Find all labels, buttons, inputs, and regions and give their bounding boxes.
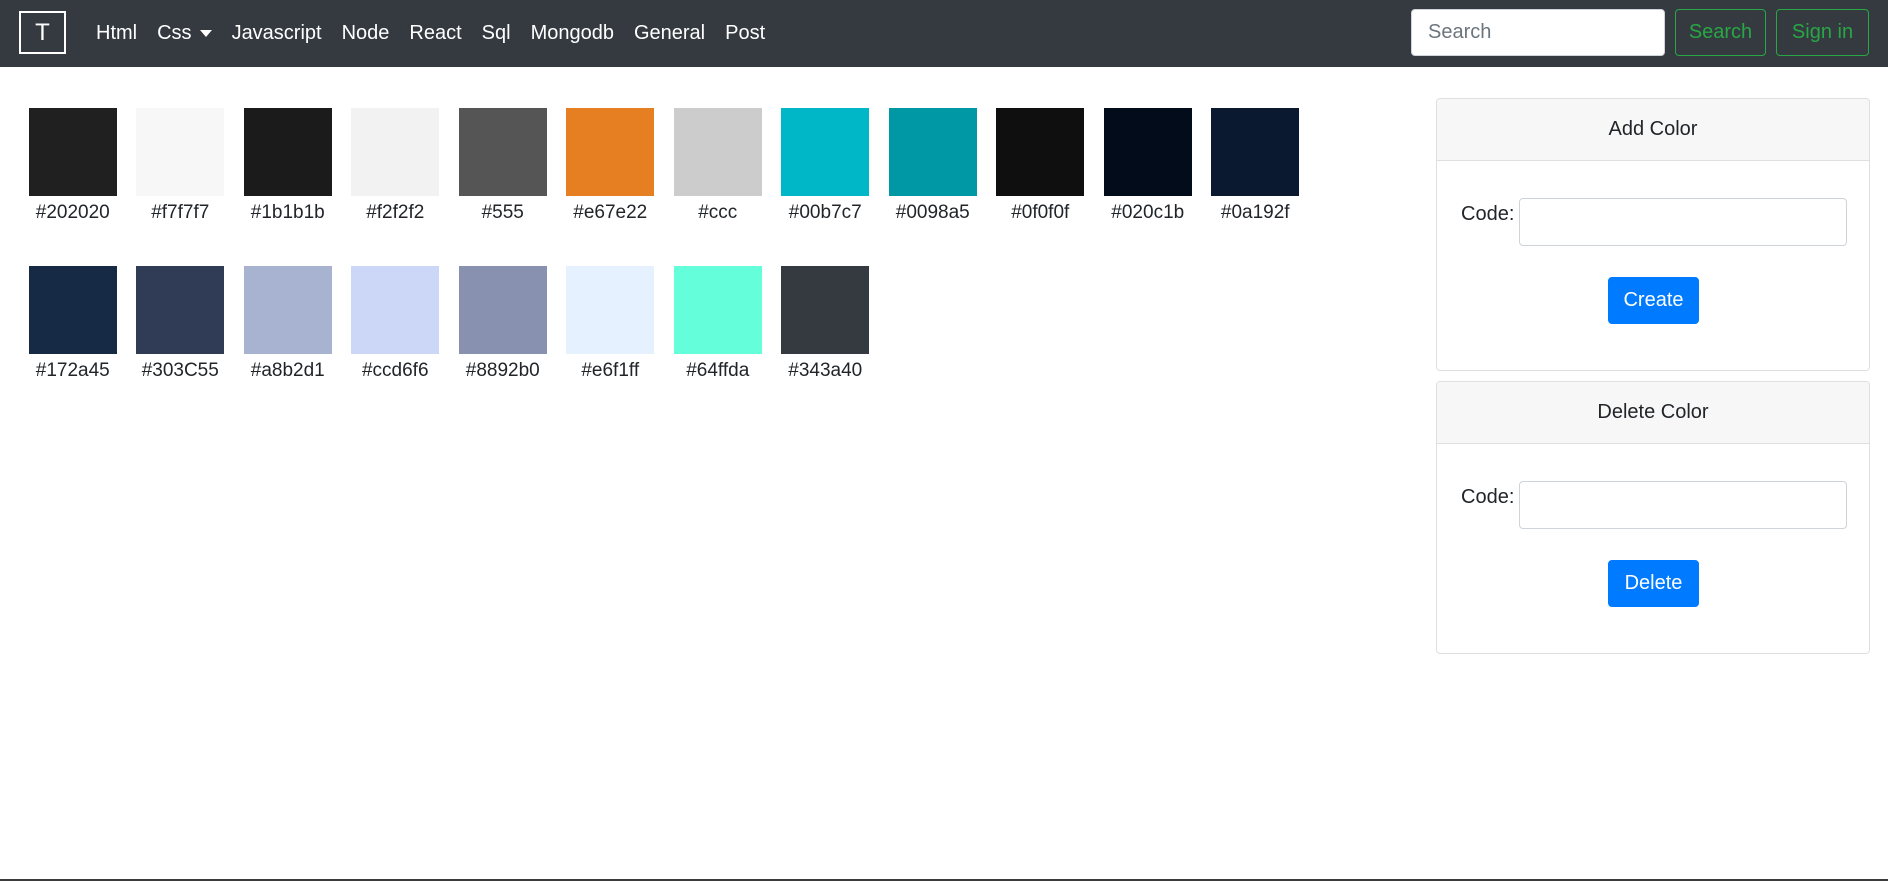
add-code-input[interactable] [1519, 198, 1848, 246]
swatch-code-label: #555 [481, 202, 524, 223]
search-button[interactable]: Search [1675, 9, 1766, 56]
nav-link-label: Sql [481, 22, 511, 44]
delete-color-card: Delete Color Code: Delete [1436, 381, 1870, 654]
swatch-color-box[interactable] [351, 108, 440, 196]
swatch-color-box[interactable] [28, 108, 117, 196]
color-swatch[interactable]: #64ffda [664, 256, 772, 382]
color-swatch[interactable]: #555 [449, 98, 557, 224]
swatch-color-box[interactable] [458, 108, 547, 196]
nav-link-css[interactable]: Css [147, 22, 221, 45]
swatch-color-box[interactable] [673, 266, 762, 354]
swatch-code-label: #8892b0 [465, 360, 540, 381]
swatch-code-label: #1b1b1b [250, 202, 325, 223]
swatch-color-box[interactable] [781, 266, 870, 354]
nav-link-label: Node [341, 22, 390, 44]
color-swatch[interactable]: #ccc [664, 98, 772, 224]
color-swatch[interactable]: #0f0f0f [987, 98, 1095, 224]
swatch-code-label: #343a40 [788, 360, 863, 381]
delete-code-row: Code: [1461, 481, 1848, 529]
swatch-color-box[interactable] [458, 266, 547, 354]
swatch-code-label: #0f0f0f [1011, 202, 1070, 223]
add-color-title: Add Color [1437, 99, 1869, 161]
color-swatch[interactable]: #1b1b1b [234, 98, 342, 224]
swatch-color-box[interactable] [1211, 108, 1300, 196]
brand-logo[interactable]: T [19, 11, 66, 54]
nav-link-label: Javascript [231, 22, 322, 44]
nav-link-post[interactable]: Post [715, 22, 775, 45]
swatch-color-box[interactable] [351, 266, 440, 354]
color-swatch[interactable]: #a8b2d1 [234, 256, 342, 382]
swatch-color-box[interactable] [136, 108, 225, 196]
color-swatch[interactable]: #f2f2f2 [342, 98, 450, 224]
swatch-code-label: #ccc [698, 202, 738, 223]
swatch-code-label: #f2f2f2 [366, 202, 425, 223]
nav-link-react[interactable]: React [399, 22, 471, 45]
swatch-code-label: #0a192f [1220, 202, 1290, 223]
nav-link-mongodb[interactable]: Mongodb [521, 22, 624, 45]
swatch-color-box[interactable] [888, 108, 977, 196]
color-swatch[interactable]: #0a192f [1202, 98, 1310, 224]
color-swatch[interactable]: #ccd6f6 [342, 256, 450, 382]
color-swatch[interactable]: #020c1b [1094, 98, 1202, 224]
swatch-code-label: #020c1b [1111, 202, 1185, 223]
navbar: T Html Css Javascript Node React Sql Mongodb Ge… [0, 0, 1888, 67]
create-button[interactable]: Create [1608, 277, 1699, 324]
swatch-color-box[interactable] [566, 266, 655, 354]
add-color-card: Add Color Code: Create [1436, 98, 1870, 371]
nav-link-sql[interactable]: Sql [472, 22, 521, 45]
swatch-code-label: #e6f1ff [581, 360, 640, 381]
swatch-color-box[interactable] [781, 108, 870, 196]
nav-link-javascript[interactable]: Javascript [222, 22, 332, 45]
nav-link-general[interactable]: General [624, 22, 715, 45]
color-swatch[interactable]: #f7f7f7 [127, 98, 235, 224]
delete-color-title: Delete Color [1437, 382, 1869, 444]
nav-link-node[interactable]: Node [332, 22, 400, 45]
nav-link-label: Mongodb [530, 22, 614, 44]
color-swatch[interactable]: #e67e22 [557, 98, 665, 224]
nav-link-label: General [633, 22, 706, 44]
swatch-code-label: #a8b2d1 [250, 360, 325, 381]
swatch-color-box[interactable] [673, 108, 762, 196]
swatch-code-label: #00b7c7 [788, 202, 862, 223]
swatch-color-box[interactable] [566, 108, 655, 196]
swatch-color-box[interactable] [243, 108, 332, 196]
color-swatch[interactable]: #e6f1ff [557, 256, 665, 382]
swatch-color-box[interactable] [28, 266, 117, 354]
color-swatch[interactable]: #202020 [19, 98, 127, 224]
swatch-code-label: #ccd6f6 [361, 360, 429, 381]
swatch-code-label: #303C55 [141, 360, 219, 381]
nav-link-label: Css [157, 22, 192, 44]
color-swatch[interactable]: #00b7c7 [772, 98, 880, 224]
sign-in-button[interactable]: Sign in [1776, 9, 1869, 56]
add-code-row: Code: [1461, 198, 1848, 246]
nav-links: Html Css Javascript Node React Sql Mongodb Gene… [86, 0, 775, 67]
color-swatch[interactable]: #172a45 [19, 256, 127, 382]
color-swatch[interactable]: #8892b0 [449, 256, 557, 382]
color-swatch[interactable]: #303C55 [127, 256, 235, 382]
caret-down-icon [199, 30, 212, 37]
add-code-label: Code: [1461, 203, 1515, 225]
color-swatch[interactable]: #0098a5 [879, 98, 987, 224]
nav-link-label: Html [96, 22, 138, 44]
swatch-color-box[interactable] [136, 266, 225, 354]
nav-link-html[interactable]: Html [86, 22, 147, 45]
swatch-color-box[interactable] [1103, 108, 1192, 196]
swatch-code-label: #0098a5 [895, 202, 970, 223]
swatch-code-label: #e67e22 [573, 202, 648, 223]
nav-link-label: React [409, 22, 462, 44]
delete-button[interactable]: Delete [1608, 560, 1699, 607]
delete-code-input[interactable] [1519, 481, 1848, 529]
swatch-code-label: #172a45 [35, 360, 110, 381]
swatch-color-box[interactable] [996, 108, 1085, 196]
nav-link-label: Post [725, 22, 766, 44]
swatch-color-box[interactable] [243, 266, 332, 354]
delete-code-label: Code: [1461, 486, 1515, 508]
swatch-code-label: #f7f7f7 [151, 202, 210, 223]
color-swatch[interactable]: #343a40 [772, 256, 880, 382]
swatch-code-label: #64ffda [686, 360, 750, 381]
search-input[interactable] [1411, 9, 1665, 56]
swatch-code-label: #202020 [35, 202, 110, 223]
